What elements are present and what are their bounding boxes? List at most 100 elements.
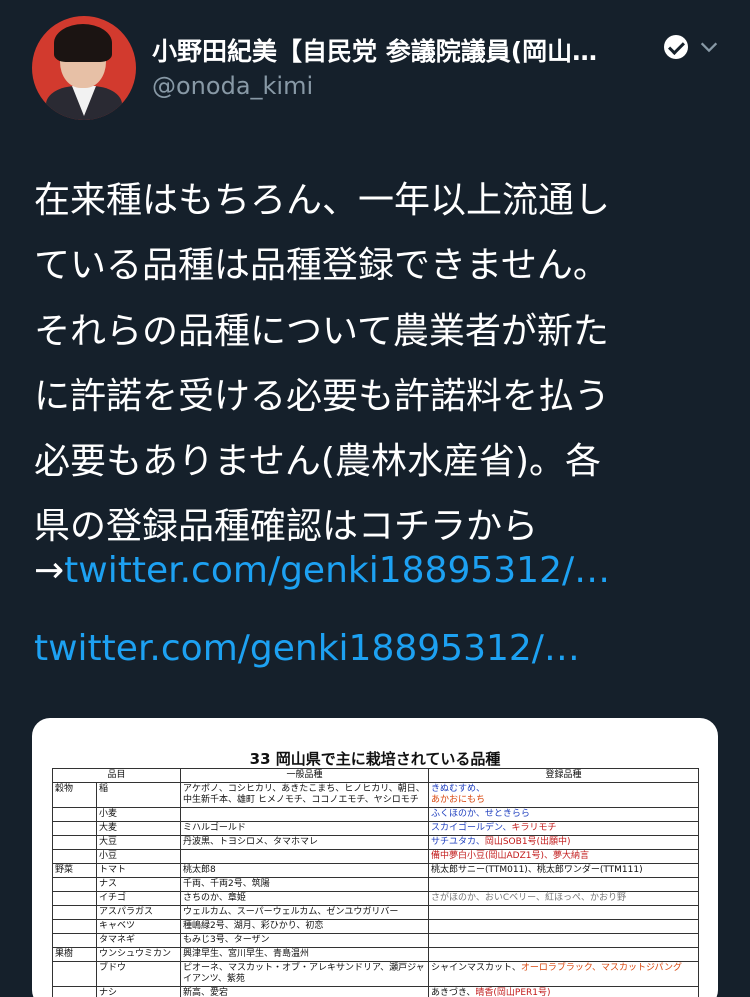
chevron-down-icon[interactable]: [698, 36, 720, 58]
registered-text-2: キラリモチ: [511, 823, 557, 833]
cell-registered: [428, 919, 700, 934]
cell-registered: きぬむすめ、 あかおにもち: [428, 782, 700, 808]
cell-registered: あきづき、晴香(岡山PER1号): [428, 986, 700, 997]
cell-registered: [428, 905, 700, 920]
tweet-text-line: に許諾を受ける必要も許諾料を払う: [34, 375, 611, 417]
cell-category: [52, 905, 97, 920]
registered-text: きぬむすめ、: [431, 784, 486, 794]
table-row: 穀物 稲 アケボノ、コシヒカリ、あきたこまち、ヒノヒカリ、朝日、中生新千本、雄町…: [52, 782, 700, 808]
cell-general: ミハルゴールド: [180, 821, 430, 836]
table-row: キャベツ 種嶋緑2号、湖月、彩ひかり、初恋: [52, 919, 700, 934]
table-row: 大麦 ミハルゴールド スカイゴールデン、キラリモチ: [52, 821, 700, 836]
cell-item: 小麦: [95, 807, 182, 822]
cell-general: もみじ3号、ターザン: [180, 933, 430, 948]
cell-general: 千両、千両2号、筑陽: [180, 877, 430, 892]
cell-registered: サチユタカ、岡山SOB1号(出願中): [428, 835, 700, 850]
cell-category: [52, 877, 97, 892]
table-row: ナシ 新高、愛宕 あきづき、晴香(岡山PER1号): [52, 986, 700, 997]
display-name[interactable]: 小野田紀美【自民党 参議院議員(岡山…: [152, 32, 672, 68]
cell-item: トマト: [95, 863, 182, 878]
cell-registered: さがほのか、おいCベリー、紅ほっぺ、かおり野: [428, 891, 700, 906]
cell-item: ナシ: [95, 986, 182, 997]
cell-general: 種嶋緑2号、湖月、彩ひかり、初恋: [180, 919, 430, 934]
cell-item: タマネギ: [95, 933, 182, 948]
registered-text-2: 晴香(岡山PER1号): [475, 988, 551, 997]
inline-link-row: →twitter.com/genki18895312/…: [34, 546, 610, 596]
cell-general: 桃太郎8: [180, 863, 430, 878]
cell-item: 小豆: [95, 849, 182, 864]
registered-text: シャインマスカット、: [431, 963, 521, 973]
header-item: 品目: [51, 768, 182, 783]
cell-registered: 桃太郎サニー(TTM011)、桃太郎ワンダー(TTM111): [428, 863, 700, 878]
registered-text-2: 岡山SOB1号(出願中): [484, 837, 571, 847]
tweet-text-line: それらの品種について農業者が新た: [34, 310, 609, 352]
table-row: イチゴ さちのか、章姫 さがほのか、おいCベリー、紅ほっぺ、かおり野: [52, 891, 700, 906]
cell-category: [52, 807, 97, 822]
cell-general: [180, 807, 430, 822]
cell-item: ウンシュウミカン: [95, 947, 182, 962]
registered-text: 備中夢白小豆(岡山ADZ1号)、: [431, 851, 554, 861]
table-row: 大豆 丹波黒、トヨシロメ、タマホマレ サチユタカ、岡山SOB1号(出願中): [52, 835, 700, 850]
table-row: 小麦 ふくほのか、せときらら: [52, 807, 700, 822]
table-row: 野菜 トマト 桃太郎8 桃太郎サニー(TTM011)、桃太郎ワンダー(TTM11…: [52, 863, 700, 878]
cell-category: 果樹: [52, 947, 97, 962]
cell-category: [52, 821, 97, 836]
table-row: ナス 千両、千両2号、筑陽: [52, 877, 700, 892]
cell-item: ブドウ: [95, 961, 182, 987]
cell-registered: ふくほのか、せときらら: [428, 807, 700, 822]
cell-general: 興津早生、宮川早生、青島温州: [180, 947, 430, 962]
cell-general: さちのか、章姫: [180, 891, 430, 906]
registered-text: スカイゴールデン、: [431, 823, 512, 833]
cell-category: 穀物: [52, 782, 97, 808]
cell-category: [52, 961, 97, 987]
registered-text-2: あかおにもち: [431, 795, 486, 805]
cell-category: [52, 835, 97, 850]
user-handle[interactable]: @onoda_kimi: [152, 72, 313, 100]
cell-registered: [428, 933, 700, 948]
cell-registered: [428, 877, 700, 892]
cell-registered: シャインマスカット、オーロラブラック、マスカットジパング: [428, 961, 700, 987]
registered-text-2: オーロラブラック、マスカットジパング: [520, 963, 682, 973]
cell-general: [180, 849, 430, 864]
registered-text-2: 夢大納言: [553, 851, 590, 861]
table-row: 果樹 ウンシュウミカン 興津早生、宮川早生、青島温州: [52, 947, 700, 962]
avatar[interactable]: [32, 16, 136, 120]
cell-registered: スカイゴールデン、キラリモチ: [428, 821, 700, 836]
verified-badge-icon: [664, 35, 688, 59]
cell-item: キャベツ: [95, 919, 182, 934]
registered-text: ふくほのか、せときらら: [431, 809, 530, 819]
cell-item: ナス: [95, 877, 182, 892]
cell-category: [52, 986, 97, 997]
header-registered: 登録品種: [428, 768, 700, 783]
cell-general: アケボノ、コシヒカリ、あきたこまち、ヒノヒカリ、朝日、中生新千本、雄町 ヒメノモ…: [180, 782, 430, 808]
tweet-text-line: ている品種は品種登録できません。: [34, 245, 609, 287]
cell-category: [52, 933, 97, 948]
tweet-text-line: 必要もありません(農林水産省)。各: [34, 441, 602, 483]
cell-item: 大麦: [95, 821, 182, 836]
cell-item: イチゴ: [95, 891, 182, 906]
quoted-link[interactable]: twitter.com/genki18895312/…: [34, 624, 580, 674]
cell-category: [52, 891, 97, 906]
cell-general: ピオーネ、マスカット・オブ・アレキサンドリア、瀬戸ジャイアンツ、紫苑: [180, 961, 430, 987]
table-row: タマネギ もみじ3号、ターザン: [52, 933, 700, 948]
cell-registered: 備中夢白小豆(岡山ADZ1号)、夢大納言: [428, 849, 700, 864]
tweet-header: 小野田紀美【自民党 参議院議員(岡山… @onoda_kimi: [0, 0, 750, 130]
cell-item: 稲: [95, 782, 182, 808]
registered-text: あきづき、: [431, 988, 476, 997]
avatar-hair: [54, 24, 112, 62]
cell-general: 新高、愛宕: [180, 986, 430, 997]
registered-text: サチユタカ、: [431, 837, 485, 847]
inline-link[interactable]: twitter.com/genki18895312/…: [64, 550, 610, 591]
variety-table: 品目 一般品種 登録品種 穀物 稲 アケボノ、コシヒカリ、あきたこまち、ヒノヒカ…: [51, 768, 700, 997]
cell-item: アスパラガス: [95, 905, 182, 920]
table-row: 小豆 備中夢白小豆(岡山ADZ1号)、夢大納言: [52, 849, 700, 864]
cell-category: [52, 919, 97, 934]
table-row: アスパラガス ウェルカム、スーパーウェルカム、ゼンユウガリバー: [52, 905, 700, 920]
attached-image[interactable]: 33 岡山県で主に栽培されている品種 品目 一般品種 登録品種 穀物 稲 アケボ…: [32, 718, 718, 997]
tweet-text: 在来種はもちろん、一年以上流通し ている品種は品種登録できません。 それらの品種…: [34, 168, 714, 560]
table-row: ブドウ ピオーネ、マスカット・オブ・アレキサンドリア、瀬戸ジャイアンツ、紫苑 シ…: [52, 961, 700, 987]
tweet-text-line: 在来種はもちろん、一年以上流通し: [34, 180, 611, 221]
cell-general: 丹波黒、トヨシロメ、タマホマレ: [180, 835, 430, 850]
cell-registered: [428, 947, 700, 962]
table-header-row: 品目 一般品種 登録品種: [51, 768, 700, 783]
